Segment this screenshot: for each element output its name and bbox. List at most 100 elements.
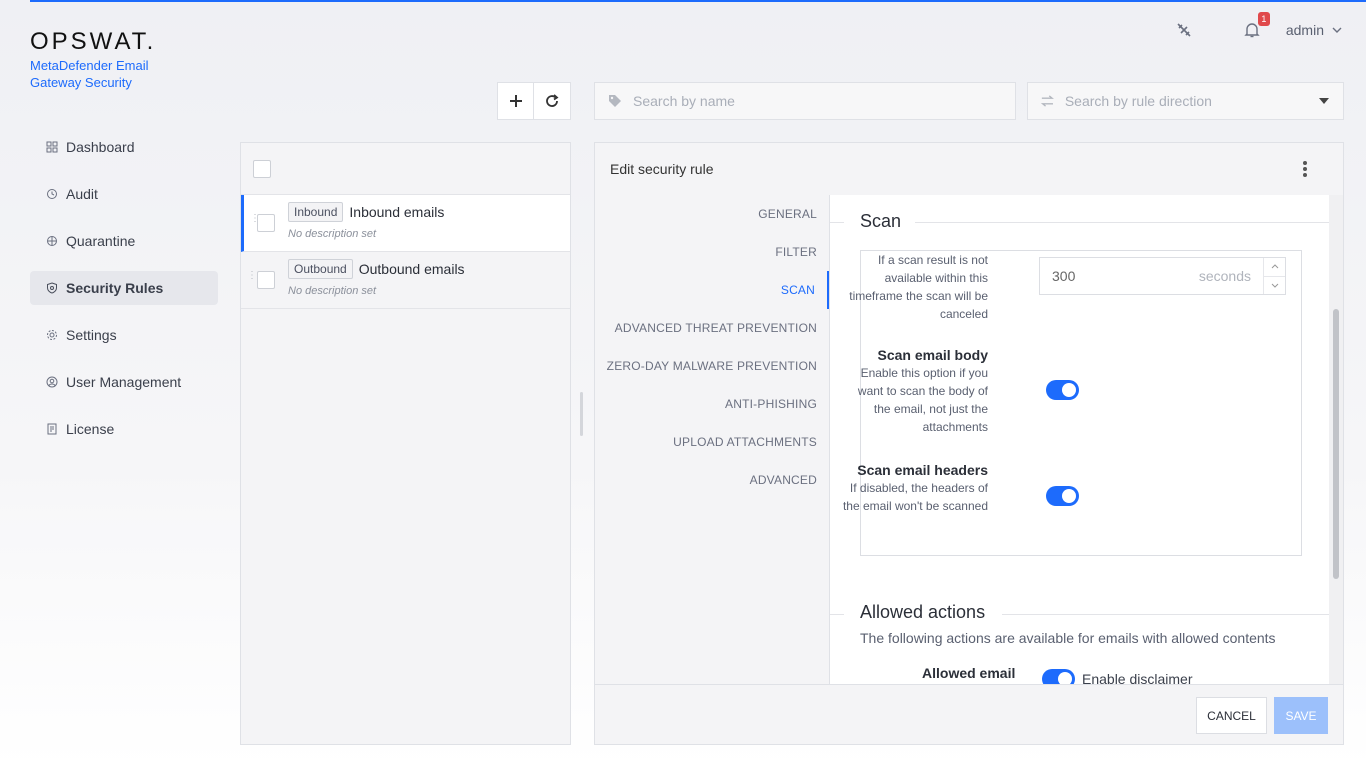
- scan-section-title: Scan: [860, 211, 902, 231]
- sidebar-item-user-management[interactable]: User Management: [30, 365, 218, 399]
- list-header: [241, 143, 570, 195]
- sidebar-item-audit[interactable]: Audit: [30, 177, 218, 211]
- disclaimer-label: Enable disclaimer: [1082, 671, 1193, 684]
- shield-icon: [46, 282, 58, 294]
- select-all-checkbox[interactable]: [253, 159, 271, 178]
- dashboard-icon: [46, 141, 58, 153]
- scan-section-header: Scan: [830, 195, 1329, 250]
- tab-filter[interactable]: FILTER: [595, 233, 829, 271]
- audit-icon: [46, 188, 58, 200]
- section-divider: [830, 614, 844, 615]
- user-name: admin: [1285, 22, 1324, 38]
- swap-icon: [1040, 95, 1054, 107]
- section-divider: [1002, 614, 1329, 615]
- edit-panel-header: Edit security rule: [595, 143, 1343, 195]
- tab-zero-day-malware-prevention[interactable]: ZERO-DAY MALWARE PREVENTION: [595, 347, 829, 385]
- quarantine-icon: [46, 235, 58, 247]
- section-divider: [830, 222, 844, 223]
- notification-badge: 1: [1257, 12, 1270, 26]
- tag-icon: [609, 95, 621, 107]
- scan-body-toggle[interactable]: [1046, 380, 1079, 400]
- save-button[interactable]: SAVE: [1274, 697, 1328, 734]
- scan-body-description: Enable this option if you want to scan t…: [857, 366, 988, 434]
- timeout-stepper[interactable]: [1263, 258, 1285, 294]
- license-icon: [46, 423, 58, 435]
- timeout-value: 300: [1052, 268, 1076, 284]
- sidebar-item-label: Audit: [66, 186, 98, 202]
- cancel-button[interactable]: CANCEL: [1196, 697, 1267, 734]
- scan-headers-label: Scan email headers: [857, 462, 988, 478]
- scan-headers-description: If disabled, the headers of the email wo…: [842, 481, 988, 513]
- scan-settings-content[interactable]: If a scan result is not available within…: [829, 195, 1329, 684]
- sidebar-item-quarantine[interactable]: Quarantine: [30, 224, 218, 258]
- top-accent-line: [30, 0, 1366, 2]
- rule-name: Outbound emails: [358, 261, 465, 277]
- allowed-email-label: Allowed email: [922, 665, 1016, 681]
- rule-name: Inbound emails: [349, 204, 445, 220]
- refresh-button[interactable]: [534, 82, 571, 120]
- scan-body-label: Scan email body: [877, 347, 988, 363]
- direction-tag: Outbound: [288, 259, 353, 279]
- chevron-down-icon: [1332, 27, 1342, 33]
- notifications-button[interactable]: 1: [1240, 12, 1270, 42]
- tab-general[interactable]: GENERAL: [595, 195, 829, 233]
- product-name: MetaDefender Email Gateway Security: [30, 58, 149, 90]
- sidebar-item-label: Settings: [66, 327, 117, 343]
- tab-upload-attachments[interactable]: UPLOAD ATTACHMENTS: [595, 423, 829, 461]
- sidebar: Dashboard Audit Quarantine Security Rule…: [30, 130, 218, 459]
- rule-description: No description set: [288, 228, 377, 240]
- rules-list: ⋮ Inbound Inbound emails No description …: [240, 142, 571, 745]
- disconnect-icon[interactable]: [1172, 18, 1196, 42]
- section-divider: [915, 222, 1329, 223]
- row-checkbox[interactable]: [257, 271, 275, 289]
- sidebar-item-license[interactable]: License: [30, 412, 218, 446]
- sidebar-item-label: Dashboard: [66, 139, 135, 155]
- sidebar-item-label: License: [66, 421, 115, 437]
- add-rule-button[interactable]: [497, 82, 534, 120]
- direction-tag: Inbound: [288, 202, 344, 222]
- scan-headers-field: Scan email headers If disabled, the head…: [838, 461, 988, 515]
- plus-icon: [509, 95, 522, 107]
- scrollbar-thumb[interactable]: [1333, 309, 1339, 579]
- user-icon: [46, 376, 58, 388]
- timeout-description: If a scan result is not available within…: [849, 253, 988, 321]
- drag-handle-icon[interactable]: ⋮: [247, 271, 257, 281]
- rules-toolbar: [497, 82, 571, 120]
- disclaimer-toggle[interactable]: [1042, 669, 1075, 684]
- search-by-name: [594, 82, 1016, 120]
- edit-panel-title: Edit security rule: [610, 161, 714, 177]
- panel-resize-handle[interactable]: [580, 392, 583, 436]
- chevron-up-icon[interactable]: [1264, 258, 1285, 276]
- direction-select-input[interactable]: [1064, 93, 1343, 109]
- scan-timeout-input[interactable]: 300 seconds: [1039, 257, 1286, 295]
- more-options-icon[interactable]: [1303, 161, 1307, 177]
- sidebar-item-security-rules[interactable]: Security Rules: [30, 271, 218, 305]
- search-by-direction[interactable]: [1027, 82, 1344, 120]
- scan-headers-toggle[interactable]: [1046, 486, 1079, 506]
- header-actions: 1 admin: [1172, 12, 1342, 42]
- user-menu[interactable]: admin: [1286, 22, 1342, 38]
- rule-row-outbound[interactable]: ⋮ Outbound Outbound emails No descriptio…: [241, 252, 570, 309]
- gear-icon: [46, 329, 58, 341]
- tab-advanced-threat-prevention[interactable]: ADVANCED THREAT PREVENTION: [595, 309, 829, 347]
- sidebar-item-settings[interactable]: Settings: [30, 318, 218, 352]
- tab-anti-phishing[interactable]: ANTI-PHISHING: [595, 385, 829, 423]
- allowed-description: The following actions are available for …: [860, 630, 1276, 646]
- drag-handle-icon[interactable]: ⋮: [250, 214, 260, 224]
- tab-advanced[interactable]: ADVANCED: [595, 461, 829, 499]
- sidebar-item-label: Security Rules: [66, 280, 164, 296]
- allowed-section-title: Allowed actions: [860, 602, 986, 622]
- refresh-icon: [546, 94, 559, 107]
- sidebar-item-dashboard[interactable]: Dashboard: [30, 130, 218, 164]
- opswat-logo: OPSWAT.: [30, 28, 157, 55]
- rule-row-inbound[interactable]: ⋮ Inbound Inbound emails No description …: [241, 195, 570, 252]
- sidebar-item-label: User Management: [66, 374, 182, 390]
- content-scrollbar[interactable]: [1329, 195, 1343, 684]
- chevron-down-icon[interactable]: [1264, 275, 1285, 295]
- editor-footer: CANCEL SAVE: [595, 684, 1343, 744]
- search-name-input[interactable]: [633, 93, 933, 109]
- scan-settings-box: If a scan result is not available within…: [843, 250, 1302, 556]
- editor-tabs: GENERAL FILTER SCAN ADVANCED THREAT PREV…: [595, 195, 829, 499]
- tab-scan[interactable]: SCAN: [595, 271, 829, 309]
- caret-down-icon: [1319, 98, 1329, 104]
